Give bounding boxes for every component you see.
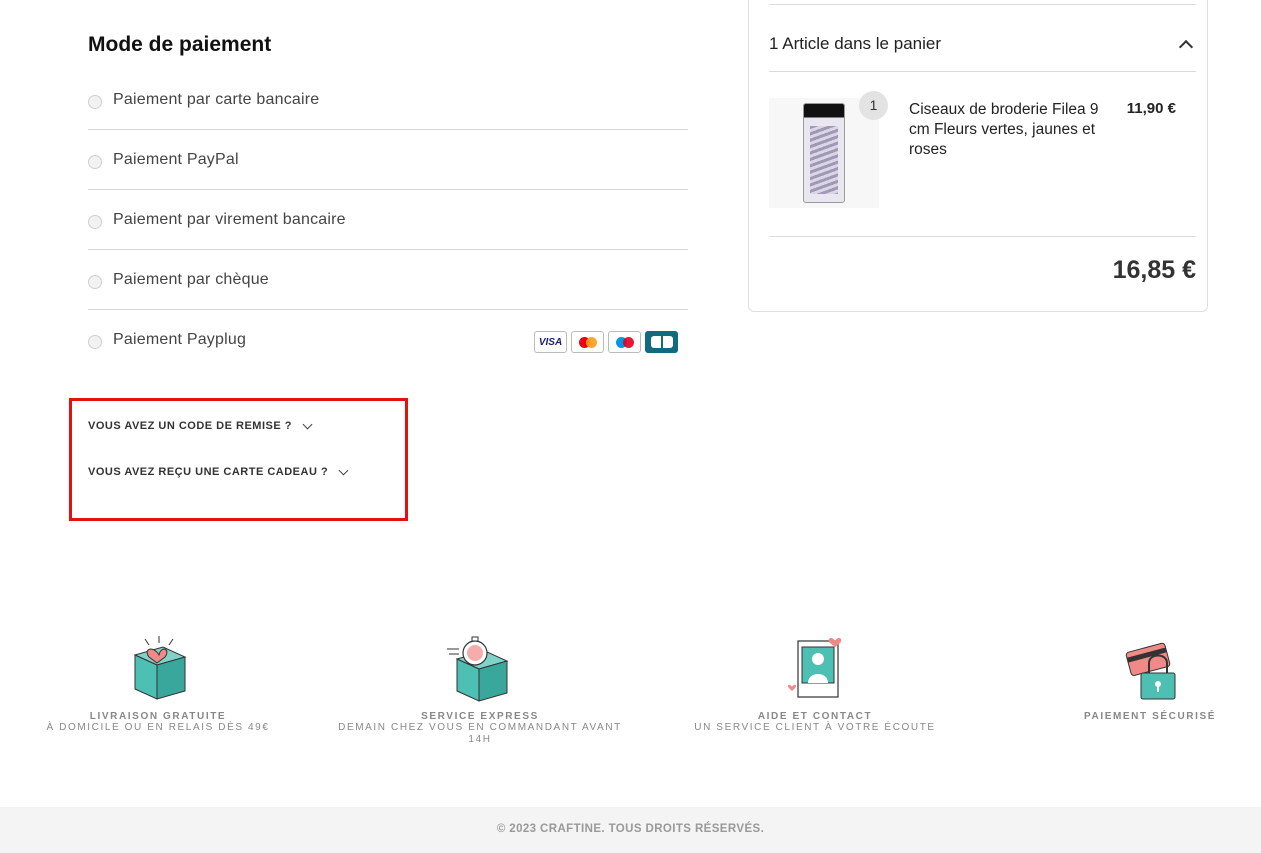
payment-option-label: Paiement PayPal	[113, 150, 239, 168]
reassurance-subtitle: UN SERVICE CLIENT À VOTRE ÉCOUTE	[694, 722, 936, 733]
reassurance-contact: AIDE ET CONTACT UN SERVICE CLIENT À VOTR…	[665, 633, 965, 734]
discount-code-label: VOUS AVEZ UN CODE DE REMISE ?	[88, 420, 292, 432]
payment-option-paypal[interactable]: Paiement PayPal	[88, 130, 688, 190]
card-logos: VISA	[534, 331, 678, 353]
reassurance-title: AIDE ET CONTACT	[757, 711, 873, 722]
chevron-down-icon	[302, 419, 313, 429]
reassurance-subtitle: À DOMICILE OU EN RELAIS DÈS 49€	[46, 722, 270, 733]
cart-summary: 1 Article dans le panier 1 Ciseaux de br…	[748, 0, 1208, 312]
quantity-badge: 1	[859, 91, 888, 120]
product-name[interactable]: Ciseaux de broderie Filea 9 cm Fleurs ve…	[909, 100, 1109, 160]
mastercard-logo-icon	[571, 331, 604, 353]
footer: © 2023 CRAFTINE. TOUS DROITS RÉSERVÉS.	[0, 807, 1261, 853]
gift-card-label: VOUS AVEZ REÇU UNE CARTE CADEAU ?	[88, 466, 329, 478]
chevron-down-icon	[338, 465, 349, 475]
reassurance-title: SERVICE EXPRESS	[421, 711, 539, 722]
payment-section: Mode de paiement Paiement par carte banc…	[88, 30, 688, 370]
reassurance-free-delivery: LIVRAISON GRATUITE À DOMICILE OU EN RELA…	[8, 633, 308, 734]
payment-title: Mode de paiement	[88, 33, 272, 56]
visa-logo-text: VISA	[538, 336, 563, 348]
gift-box-heart-icon	[123, 633, 193, 703]
cart-total: 16,85 €	[1112, 256, 1196, 284]
payment-option-label: Paiement par carte bancaire	[113, 90, 320, 108]
copyright-text: © 2023 CRAFTINE. TOUS DROITS RÉSERVÉS.	[496, 823, 765, 835]
payment-radio[interactable]	[88, 214, 102, 229]
payment-option-transfer[interactable]: Paiement par virement bancaire	[88, 190, 688, 250]
chevron-up-icon[interactable]	[1178, 39, 1194, 55]
payment-radio[interactable]	[88, 335, 102, 349]
payment-radio[interactable]	[88, 94, 102, 109]
payment-option-cheque[interactable]: Paiement par chèque	[88, 250, 688, 310]
reassurance-express: SERVICE EXPRESS DEMAIN CHEZ VOUS EN COMM…	[330, 633, 630, 746]
cb-logo-icon	[645, 331, 678, 353]
secure-card-lock-icon	[1115, 633, 1185, 703]
payment-option-label: Paiement par chèque	[113, 270, 269, 288]
divider	[769, 4, 1196, 5]
payment-option-card[interactable]: Paiement par carte bancaire	[88, 70, 688, 130]
contact-portrait-icon	[780, 633, 850, 703]
divider	[769, 236, 1196, 237]
reassurance-title: PAIEMENT SÉCURISÉ	[1083, 711, 1217, 722]
reassurance-title: LIVRAISON GRATUITE	[89, 711, 227, 722]
reassurance-subtitle: DEMAIN CHEZ VOUS EN COMMANDANT AVANT 14H	[338, 722, 622, 745]
cart-header-title: 1 Article dans le panier	[769, 34, 941, 53]
maestro-logo-icon	[608, 331, 641, 353]
payment-radio[interactable]	[88, 274, 102, 289]
cart-header-toggle[interactable]: 1 Article dans le panier	[769, 34, 1196, 72]
reassurance-secure-payment: PAIEMENT SÉCURISÉ	[1000, 633, 1261, 722]
visa-logo-icon: VISA	[534, 331, 567, 353]
express-box-stopwatch-icon	[445, 633, 515, 703]
payment-option-label: Paiement Payplug	[113, 331, 247, 348]
scissors-package-image	[803, 103, 845, 203]
payment-radio[interactable]	[88, 154, 102, 169]
gift-card-toggle[interactable]: VOUS AVEZ REÇU UNE CARTE CADEAU ?	[88, 465, 349, 478]
product-price: 11,90 €	[1126, 100, 1176, 117]
cart-item: 1 Ciseaux de broderie Filea 9 cm Fleurs …	[769, 91, 1196, 212]
payment-option-label: Paiement par virement bancaire	[113, 210, 346, 228]
promo-highlight-box: VOUS AVEZ UN CODE DE REMISE ? VOUS AVEZ …	[69, 398, 408, 521]
payment-option-payplug[interactable]: Paiement Payplug VISA	[88, 310, 688, 370]
discount-code-toggle[interactable]: VOUS AVEZ UN CODE DE REMISE ?	[88, 419, 313, 432]
